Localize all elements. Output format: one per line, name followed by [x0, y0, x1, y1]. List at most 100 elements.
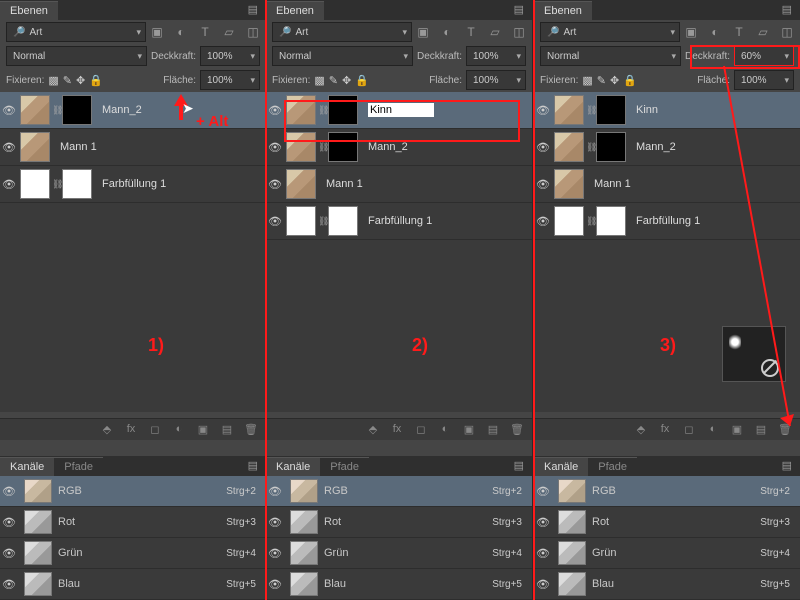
channel-row[interactable]: 👁GrünStrg+4 — [266, 538, 532, 569]
blend-mode-dropdown[interactable]: Normal — [272, 46, 413, 66]
layer-name[interactable]: Mann 1 — [594, 178, 631, 190]
link-icon[interactable]: ⬘ — [366, 423, 380, 436]
visibility-icon[interactable]: 👁 — [266, 178, 284, 191]
lock-paint-icon[interactable]: ✎ — [63, 74, 72, 87]
lock-transparency-icon[interactable]: ▩ — [314, 74, 324, 87]
layer-thumb[interactable] — [20, 95, 50, 125]
filter-shape-icon[interactable]: ▱ — [222, 25, 236, 39]
filter-adjust-icon[interactable]: ◐ — [174, 25, 188, 39]
filter-type-icon[interactable]: T — [732, 25, 746, 39]
visibility-icon[interactable]: 👁 — [534, 578, 552, 591]
channel-row[interactable]: 👁RGBStrg+2 — [534, 476, 800, 507]
layer-mask-thumb[interactable] — [328, 206, 358, 236]
layer-name[interactable]: Farbfüllung 1 — [102, 178, 166, 190]
mask-icon[interactable]: ◻ — [682, 423, 696, 436]
panel-menu-icon[interactable]: ▤ — [240, 0, 266, 20]
layer-name[interactable]: Mann 1 — [326, 178, 363, 190]
visibility-icon[interactable]: 👁 — [0, 547, 18, 560]
layer-thumb[interactable] — [554, 95, 584, 125]
channel-row[interactable]: 👁GrünStrg+4 — [0, 538, 266, 569]
panel-menu-icon[interactable]: ▤ — [506, 455, 532, 476]
opacity-value[interactable]: 100% — [200, 46, 260, 66]
visibility-icon[interactable]: 👁 — [0, 578, 18, 591]
lock-transparency-icon[interactable]: ▩ — [48, 74, 58, 87]
layer-thumb[interactable] — [20, 132, 50, 162]
layer-name[interactable]: Farbfüllung 1 — [636, 215, 700, 227]
visibility-icon[interactable]: 👁 — [0, 178, 18, 191]
mask-icon[interactable]: ◻ — [148, 423, 162, 436]
mask-link-icon[interactable]: ⛓ — [52, 105, 60, 116]
link-icon[interactable]: ⬘ — [100, 423, 114, 436]
tab-paths[interactable]: Pfade — [320, 457, 369, 476]
fx-icon[interactable]: fx — [124, 423, 138, 436]
layer-thumb[interactable] — [554, 169, 584, 199]
visibility-icon[interactable]: 👁 — [534, 178, 552, 191]
visibility-icon[interactable]: 👁 — [0, 516, 18, 529]
channel-row[interactable]: 👁BlauStrg+5 — [0, 569, 266, 600]
visibility-icon[interactable]: 👁 — [266, 485, 284, 498]
visibility-icon[interactable]: 👁 — [534, 516, 552, 529]
fill-value[interactable]: 100% — [200, 70, 260, 90]
adjustment-icon[interactable]: ◐ — [438, 423, 452, 436]
tab-layers[interactable]: Ebenen — [534, 1, 592, 20]
channel-row[interactable]: 👁RGBStrg+2 — [0, 476, 266, 507]
lock-position-icon[interactable]: ✥ — [76, 74, 85, 87]
mask-link-icon[interactable]: ⛓ — [586, 105, 594, 116]
filter-type-icon[interactable]: T — [198, 25, 212, 39]
visibility-icon[interactable]: 👁 — [266, 215, 284, 228]
tab-channels[interactable]: Kanäle — [534, 457, 588, 476]
mask-icon[interactable]: ◻ — [414, 423, 428, 436]
group-icon[interactable]: ▣ — [462, 423, 476, 436]
filter-shape-icon[interactable]: ▱ — [756, 25, 770, 39]
lock-all-icon[interactable]: 🔒 — [89, 74, 103, 87]
lock-paint-icon[interactable]: ✎ — [597, 74, 606, 87]
fill-value[interactable]: 100% — [466, 70, 526, 90]
layer-name[interactable]: Mann_2 — [636, 141, 676, 153]
channel-row[interactable]: 👁BlauStrg+5 — [534, 569, 800, 600]
lock-paint-icon[interactable]: ✎ — [329, 74, 338, 87]
visibility-icon[interactable]: 👁 — [534, 104, 552, 117]
filter-adjust-icon[interactable]: ◐ — [708, 25, 722, 39]
filter-smart-icon[interactable]: ◫ — [512, 25, 526, 39]
tab-layers[interactable]: Ebenen — [0, 1, 58, 20]
opacity-value[interactable]: 100% — [466, 46, 526, 66]
blend-mode-dropdown[interactable]: Normal — [6, 46, 147, 66]
fx-icon[interactable]: fx — [658, 423, 672, 436]
visibility-icon[interactable]: 👁 — [0, 141, 18, 154]
filter-shape-icon[interactable]: ▱ — [488, 25, 502, 39]
layer-row[interactable]: 👁 ⛓ Mann_2 — [0, 92, 266, 129]
layer-row[interactable]: 👁 ⛓ Farbfüllung 1 — [0, 166, 266, 203]
mask-link-icon[interactable]: ⛓ — [318, 142, 326, 153]
layer-name[interactable]: Kinn — [636, 104, 658, 116]
group-icon[interactable]: ▣ — [196, 423, 210, 436]
layer-mask-thumb[interactable] — [596, 132, 626, 162]
channel-row[interactable]: 👁GrünStrg+4 — [534, 538, 800, 569]
new-layer-icon[interactable]: ▤ — [220, 423, 234, 436]
lock-position-icon[interactable]: ✥ — [342, 74, 351, 87]
layer-thumb[interactable] — [286, 169, 316, 199]
filter-type-dropdown[interactable]: 🔎Art — [6, 22, 146, 42]
adjustment-icon[interactable]: ◐ — [706, 423, 720, 436]
layer-mask-thumb[interactable] — [596, 95, 626, 125]
layer-mask-thumb[interactable] — [596, 206, 626, 236]
channel-row[interactable]: 👁RGBStrg+2 — [266, 476, 532, 507]
mask-link-icon[interactable]: ⛓ — [318, 216, 326, 227]
filter-type-dropdown[interactable]: 🔎Art — [272, 22, 412, 42]
tab-layers[interactable]: Ebenen — [266, 1, 324, 20]
trash-icon[interactable]: 🗑 — [244, 423, 258, 436]
visibility-icon[interactable]: 👁 — [0, 104, 18, 117]
visibility-icon[interactable]: 👁 — [534, 547, 552, 560]
panel-menu-icon[interactable]: ▤ — [240, 455, 266, 476]
layer-mask-thumb[interactable] — [62, 95, 92, 125]
layer-mask-thumb[interactable] — [62, 169, 92, 199]
lock-all-icon[interactable]: 🔒 — [355, 74, 369, 87]
filter-image-icon[interactable]: ▣ — [150, 25, 164, 39]
mask-link-icon[interactable]: ⛓ — [52, 179, 60, 190]
visibility-icon[interactable]: 👁 — [266, 516, 284, 529]
channel-row[interactable]: 👁RotStrg+3 — [266, 507, 532, 538]
link-icon[interactable]: ⬘ — [634, 423, 648, 436]
filter-type-dropdown[interactable]: 🔎Art — [540, 22, 680, 42]
new-layer-icon[interactable]: ▤ — [486, 423, 500, 436]
lock-transparency-icon[interactable]: ▩ — [582, 74, 592, 87]
fx-icon[interactable]: fx — [390, 423, 404, 436]
